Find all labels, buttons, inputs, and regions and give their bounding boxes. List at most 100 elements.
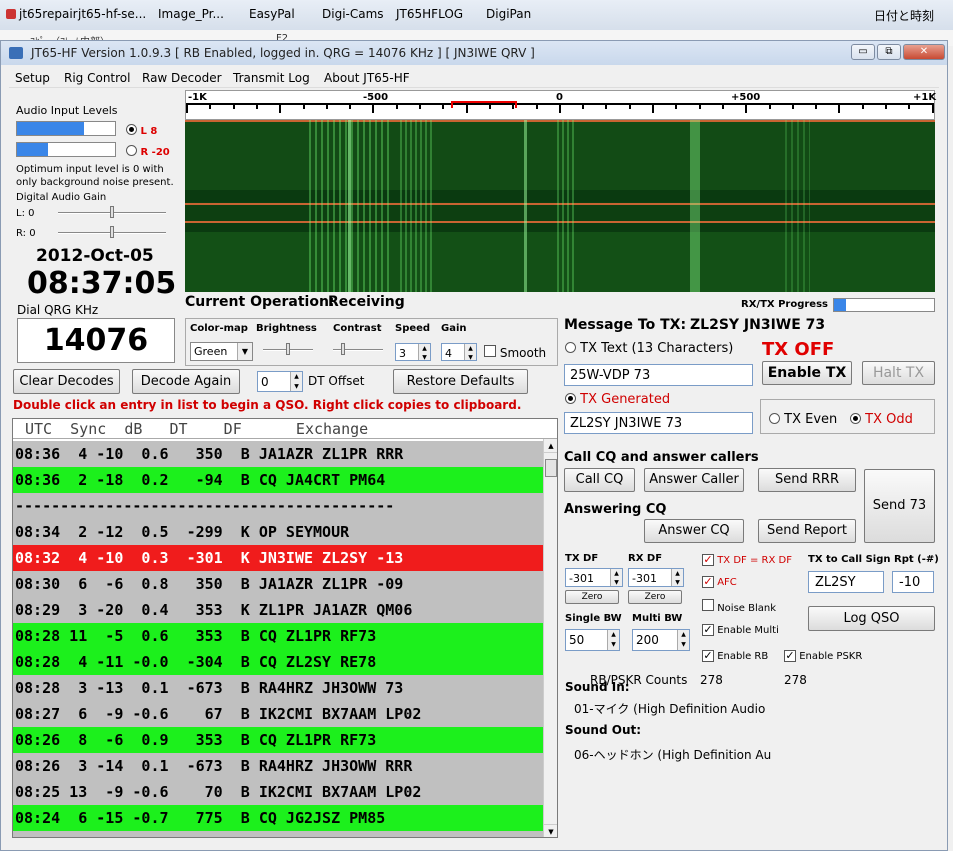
menu-about[interactable]: About JT65-HF bbox=[324, 71, 410, 85]
taskbar-item-easypal[interactable]: EasyPal bbox=[249, 7, 295, 21]
smooth-checkbox[interactable]: Smooth bbox=[484, 345, 546, 360]
gain-r-thumb[interactable] bbox=[110, 226, 114, 238]
tx-df-spinner[interactable]: -301 ▲ ▼ bbox=[565, 568, 623, 587]
gain-label: Gain bbox=[441, 323, 467, 334]
spinner-arrows-icon[interactable]: ▲ ▼ bbox=[464, 344, 476, 361]
taskbar-item-digipan[interactable]: DigiPan bbox=[486, 7, 531, 21]
afc-checkbox[interactable]: ✓ AFC bbox=[702, 576, 737, 588]
close-button[interactable]: ✕ bbox=[903, 44, 945, 60]
menu-setup[interactable]: Setup bbox=[15, 71, 50, 85]
spinner-arrows-icon[interactable]: ▲ ▼ bbox=[607, 630, 619, 650]
enable-multi-checkbox[interactable]: ✓ Enable Multi bbox=[702, 624, 779, 636]
left-channel-radio[interactable]: L 8 bbox=[126, 124, 157, 137]
taskbar-item-jt65repair[interactable]: jt65repair bbox=[6, 7, 78, 21]
decode-row[interactable]: ----------------------------------------… bbox=[13, 493, 543, 519]
dt-offset-spinner[interactable]: 0 ▲ ▼ bbox=[257, 371, 303, 392]
scroll-thumb[interactable] bbox=[545, 459, 557, 477]
rx-df-spinner[interactable]: -301 ▲ ▼ bbox=[628, 568, 684, 587]
dial-qrg-field[interactable]: 14076 bbox=[17, 318, 175, 363]
decode-row[interactable]: 08:28 3 -13 0.1 -673 B RA4HRZ JH3OWW 73 bbox=[13, 675, 543, 701]
tx-odd-radio[interactable]: TX Odd bbox=[850, 412, 913, 427]
call-cq-button[interactable]: Call CQ bbox=[564, 468, 635, 492]
sound-in-device[interactable]: 01-マイク (High Definition Audio bbox=[574, 700, 765, 717]
decode-list[interactable]: UTC Sync dB DT DF Exchange 08:36 4 -10 0… bbox=[12, 418, 558, 838]
restore-button[interactable]: ⧉ bbox=[877, 44, 901, 60]
decode-row[interactable]: 08:29 3 -20 0.4 353 K ZL1PR JA1AZR QM06 bbox=[13, 597, 543, 623]
app-icon bbox=[6, 9, 16, 19]
enable-tx-button[interactable]: Enable TX bbox=[762, 361, 852, 385]
rx-df-zero-button[interactable]: Zero bbox=[628, 590, 682, 604]
decode-row[interactable]: 08:36 4 -10 0.6 350 B JA1AZR ZL1PR RRR bbox=[13, 441, 543, 467]
send-rrr-button[interactable]: Send RRR bbox=[758, 468, 856, 492]
spinner-arrows-icon[interactable]: ▲ ▼ bbox=[671, 569, 683, 586]
contrast-thumb[interactable] bbox=[341, 343, 345, 355]
send-73-button[interactable]: Send 73 bbox=[864, 469, 935, 543]
decode-row[interactable]: 08:30 6 -6 0.8 350 B JA1AZR ZL1PR -09 bbox=[13, 571, 543, 597]
tx-even-radio[interactable]: TX Even bbox=[769, 412, 837, 427]
taskbar-item-jt65hflog[interactable]: JT65HFLOG bbox=[396, 7, 463, 21]
waterfall-signal bbox=[690, 120, 700, 292]
gain-l-thumb[interactable] bbox=[110, 206, 114, 218]
list-scrollbar[interactable]: ▲ ▼ bbox=[543, 439, 557, 837]
taskbar-item-digi-cams[interactable]: Digi-Cams bbox=[322, 7, 384, 21]
call-sign-input[interactable]: ZL2SY bbox=[808, 571, 884, 593]
minimize-button[interactable]: ▭ bbox=[851, 44, 875, 60]
speed-spinner[interactable]: 3 ▲ ▼ bbox=[395, 343, 431, 361]
halt-tx-button[interactable]: Halt TX bbox=[862, 361, 935, 385]
spinner-arrows-icon[interactable]: ▲ ▼ bbox=[610, 569, 622, 586]
gain-spinner[interactable]: 4 ▲ ▼ bbox=[441, 343, 477, 361]
scroll-up-icon[interactable]: ▲ bbox=[544, 439, 557, 453]
tx-generated-radio[interactable]: TX Generated bbox=[565, 392, 670, 407]
spinner-arrows-icon[interactable]: ▲ ▼ bbox=[418, 344, 430, 361]
message-to-tx-value: ZL2SY JN3IWE 73 bbox=[690, 317, 826, 333]
waterfall-display[interactable] bbox=[185, 120, 935, 292]
enable-pskr-checkbox[interactable]: ✓ Enable PSKR bbox=[784, 650, 862, 662]
tx-generated-input[interactable]: ZL2SY JN3IWE 73 bbox=[564, 412, 753, 434]
sound-out-device[interactable]: 06-ヘッドホン (High Definition Au bbox=[574, 746, 771, 763]
decode-row[interactable]: 08:36 2 -18 0.2 -94 B CQ JA4CRT PM64 bbox=[13, 467, 543, 493]
menu-rig-control[interactable]: Rig Control bbox=[64, 71, 130, 85]
log-qso-button[interactable]: Log QSO bbox=[808, 606, 935, 631]
decode-row[interactable]: 08:25 13 -9 -0.6 70 B IK2CMI BX7AAM LP02 bbox=[13, 779, 543, 805]
scale-tick bbox=[372, 103, 375, 113]
right-channel-radio[interactable]: R -20 bbox=[126, 145, 170, 158]
single-bw-spinner[interactable]: 50 ▲ ▼ bbox=[565, 629, 620, 651]
tx-eq-rx-checkbox[interactable]: ✓ TX DF = RX DF bbox=[702, 554, 792, 566]
menu-transmit-log[interactable]: Transmit Log bbox=[233, 71, 310, 85]
clear-decodes-button[interactable]: Clear Decodes bbox=[13, 369, 120, 394]
decode-row[interactable]: 08:28 11 -5 0.6 353 B CQ ZL1PR RF73 bbox=[13, 623, 543, 649]
taskbar-item-jt65-hf-setup[interactable]: jt65-hf-se... bbox=[78, 7, 146, 21]
decode-row[interactable]: 08:28 4 -11 -0.0 -304 B CQ ZL2SY RE78 bbox=[13, 649, 543, 675]
scroll-down-icon[interactable]: ▼ bbox=[544, 824, 557, 837]
taskbar-item-image-pr[interactable]: Image_Pr... bbox=[158, 7, 224, 21]
decode-row[interactable]: 08:34 2 -12 0.5 -299 K OP SEYMOUR bbox=[13, 519, 543, 545]
multi-bw-spinner[interactable]: 200 ▲ ▼ bbox=[632, 629, 690, 651]
desktop-taskbar: jt65repair jt65-hf-se... Image_Pr... Eas… bbox=[0, 0, 953, 30]
noise-blank-checkbox[interactable]: Noise Blank bbox=[702, 599, 776, 614]
send-report-button[interactable]: Send Report bbox=[758, 519, 856, 543]
restore-defaults-button[interactable]: Restore Defaults bbox=[393, 369, 528, 394]
decode-row[interactable]: 08:26 3 -14 0.1 -673 B RA4HRZ JH3OWW RRR bbox=[13, 753, 543, 779]
tx-text-input[interactable]: 25W-VDP 73 bbox=[564, 364, 753, 386]
frequency-scale: -1K -500 0 +500 +1K bbox=[185, 90, 936, 120]
answer-caller-button[interactable]: Answer Caller bbox=[644, 468, 744, 492]
taskbar-clock[interactable]: 日付と時刻 bbox=[874, 7, 934, 24]
tx-df-zero-button[interactable]: Zero bbox=[565, 590, 619, 604]
tx-text-radio[interactable]: TX Text (13 Characters) bbox=[565, 341, 733, 356]
colormap-select[interactable]: Green ▼ bbox=[190, 342, 253, 361]
decode-row[interactable]: 08:24 8 -11 0.0 -673 B RA4HRZ JH3OWW -16 bbox=[13, 831, 543, 837]
spinner-arrows-icon[interactable]: ▲ ▼ bbox=[290, 372, 302, 391]
spinner-arrows-icon[interactable]: ▲ ▼ bbox=[677, 630, 689, 650]
left-level-meter bbox=[16, 121, 116, 136]
decode-row[interactable]: 08:32 4 -10 0.3 -301 K JN3IWE ZL2SY -13 bbox=[13, 545, 543, 571]
decode-row[interactable]: 08:26 8 -6 0.9 353 B CQ ZL1PR RF73 bbox=[13, 727, 543, 753]
enable-rb-checkbox[interactable]: ✓ Enable RB bbox=[702, 650, 768, 662]
title-bar[interactable]: JT65-HF Version 1.0.9.3 [ RB Enabled, lo… bbox=[1, 41, 947, 65]
rpt-input[interactable]: -10 bbox=[892, 571, 934, 593]
brightness-thumb[interactable] bbox=[286, 343, 290, 355]
decode-row[interactable]: 08:24 6 -15 -0.7 775 B CQ JG2JSZ PM85 bbox=[13, 805, 543, 831]
answer-cq-button[interactable]: Answer CQ bbox=[644, 519, 744, 543]
decode-again-button[interactable]: Decode Again bbox=[132, 369, 240, 394]
menu-raw-decoder[interactable]: Raw Decoder bbox=[142, 71, 222, 85]
decode-row[interactable]: 08:27 6 -9 -0.6 67 B IK2CMI BX7AAM LP02 bbox=[13, 701, 543, 727]
